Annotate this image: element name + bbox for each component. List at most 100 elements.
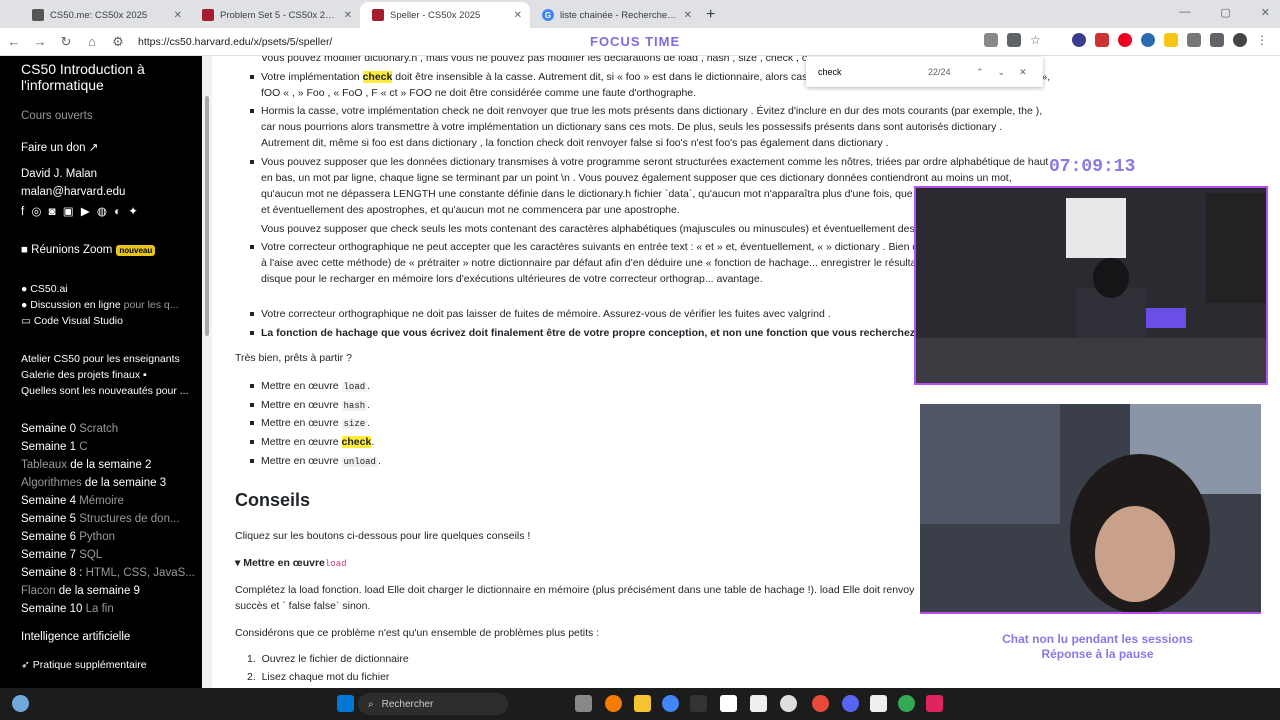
app-icon[interactable] [690,695,707,712]
week-label: Semaine 4 [21,495,76,507]
complete-text-2: succès et ` false false` sinon. [235,600,371,612]
sidebar-week-item[interactable]: Semaine 5 Structures de don... [21,513,180,525]
tab-problem-set[interactable]: Problem Set 5 - CS50x 2025 ✕ [190,2,360,28]
find-next-icon[interactable]: ⌄ [998,67,1006,78]
close-icon[interactable]: ✕ [684,10,692,21]
vscode-link[interactable]: ▭ Code Visual Studio [21,315,123,327]
sidebar-week-item[interactable]: Semaine 0 Scratch [21,423,118,435]
settings-icon[interactable] [575,695,592,712]
find-input[interactable]: check [818,67,928,77]
extension-icon[interactable] [1072,33,1086,47]
workshop-link[interactable]: Atelier CS50 pour les enseignants [21,353,180,365]
forward-icon[interactable]: → [28,30,52,54]
star-icon[interactable]: ☆ [1030,33,1044,47]
close-icon[interactable]: ✕ [1019,67,1027,78]
chrome-icon[interactable] [898,695,915,712]
extension-icon[interactable] [1095,33,1109,47]
scrollbar-thumb[interactable] [205,96,209,336]
chatgpt-icon[interactable] [780,695,797,712]
sidebar-week-item[interactable]: Tableaux de la semaine 2 [21,459,151,471]
back-icon[interactable]: ← [2,30,26,54]
extension-icon[interactable] [1118,33,1132,47]
folder-icon[interactable] [634,695,651,712]
notion-icon[interactable] [870,695,887,712]
week-topic: Mémoire [79,495,124,507]
app-icon[interactable] [926,695,943,712]
week-label: Semaine 7 [21,549,76,561]
start-icon[interactable] [337,695,354,712]
puzzle-icon[interactable] [1187,33,1201,47]
tab-google-search[interactable]: G liste chainée - Recherche Goog... ✕ [530,2,700,28]
sidebar-scrollbar[interactable] [202,56,212,688]
reload-icon[interactable]: ↻ [54,30,78,54]
avatar[interactable] [1233,33,1247,47]
course-sidebar: CS50 Introduction à l'informatique Cours… [0,56,202,688]
find-prev-icon[interactable]: ⌃ [976,67,984,78]
site-info-icon[interactable]: ⚙ [106,30,130,54]
capcut-icon[interactable] [720,695,737,712]
chat-notice: Chat non lu pendant les sessions Réponse… [970,632,1225,662]
whatsnew-link[interactable]: Quelles sont les nouveautés pour ... [21,385,189,397]
app-icon[interactable] [812,695,829,712]
implement-label: Mettre en œuvre [261,398,339,411]
notion-icon[interactable] [750,695,767,712]
maximize-icon[interactable]: ▢ [1220,6,1230,19]
social-icons[interactable]: f ◎ ◙ ▣ ▶ ◍ ◐ ✦ [21,204,140,218]
week-label: Semaine 6 [21,531,76,543]
sidebar-week-item[interactable]: Semaine 10 La fin [21,603,114,615]
sidebar-week-item[interactable]: Semaine 7 SQL [21,549,102,561]
details-toggle[interactable]: ▾ Mettre en œuvreload [235,557,347,569]
week-topic: Structures de don... [79,513,180,525]
menu-icon[interactable]: ⋮ [1256,33,1268,47]
implement-label: Mettre en œuvre [261,454,339,467]
chat-notice-line1: Chat non lu pendant les sessions [1002,632,1193,646]
close-icon[interactable]: ✕ [344,10,352,21]
sidebar-week-item[interactable]: Semaine 8 : HTML, CSS, JavaS... [21,567,195,579]
close-icon[interactable]: ✕ [514,10,522,21]
home-icon[interactable]: ⌂ [80,30,104,54]
gallery-link[interactable]: Galerie des projets finaux ▪ [21,369,147,381]
tab-speller[interactable]: Speller - CS50x 2025 ✕ [360,2,530,28]
ai-link[interactable]: Intelligence artificielle [21,631,130,643]
sidebar-week-item[interactable]: Algorithmes de la semaine 3 [21,477,166,489]
tab-favicon-icon [32,9,44,21]
discussion-link[interactable]: ● Discussion en ligne pour les q... [21,299,179,311]
chat-notice-line2: Réponse à la pause [1041,647,1154,661]
extension-icon[interactable] [1141,33,1155,47]
discord-icon[interactable] [842,695,859,712]
weather-icon[interactable] [12,695,29,712]
discussion-label: Discussion en ligne [30,299,121,311]
taskbar-search[interactable]: ⌕ Rechercher [358,693,508,715]
open-courses-link[interactable]: Cours ouverts [21,110,93,122]
implement-label: Mettre en œuvre [261,436,339,449]
consider-text: Considérons que ce problème n'est qu'un … [235,627,600,639]
new-tab-button[interactable]: + [706,6,715,24]
close-window-icon[interactable]: ✕ [1261,6,1270,19]
conseils-heading: Conseils [235,490,311,510]
tab-cs50me[interactable]: CS50.me: CS50x 2025 ✕ [20,2,190,28]
donate-link[interactable]: Faire un don ↗ [21,140,98,154]
sidebar-week-item[interactable]: Semaine 4 Mémoire [21,495,124,507]
practice-link[interactable]: ➶ Pratique supplémentaire [21,659,147,671]
media-icon[interactable] [1210,33,1224,47]
sidebar-week-item[interactable]: Semaine 6 Python [21,531,115,543]
close-icon[interactable]: ✕ [174,10,182,21]
step-text: Lisez chaque mot du fichier [261,671,390,683]
author-email[interactable]: malan@harvard.edu [21,186,125,198]
room-scene [916,188,1266,383]
translate-icon[interactable] [1007,33,1021,47]
sidebar-week-item[interactable]: Semaine 1 C [21,441,88,453]
cs50ai-link[interactable]: ● CS50.ai [21,283,68,295]
course-title[interactable]: CS50 Introduction à l'informatique [21,61,191,93]
zoom-link[interactable]: ■ Réunions Zoom nouveau [21,244,156,256]
app-icon[interactable] [605,695,622,712]
find-count: 22/24 [928,67,951,77]
reader-icon[interactable] [984,33,998,47]
extension-icon[interactable] [1164,33,1178,47]
chrome-icon[interactable] [662,695,679,712]
sidebar-week-item[interactable]: Flacon de la semaine 9 [21,585,140,597]
minimize-icon[interactable]: — [1179,6,1190,19]
find-bar: check 22/24 ⌃ ⌄ ✕ [806,57,1043,87]
url-input[interactable]: https://cs50.harvard.edu/x/psets/5/spell… [138,36,332,48]
week-label: Semaine 5 [21,513,76,525]
